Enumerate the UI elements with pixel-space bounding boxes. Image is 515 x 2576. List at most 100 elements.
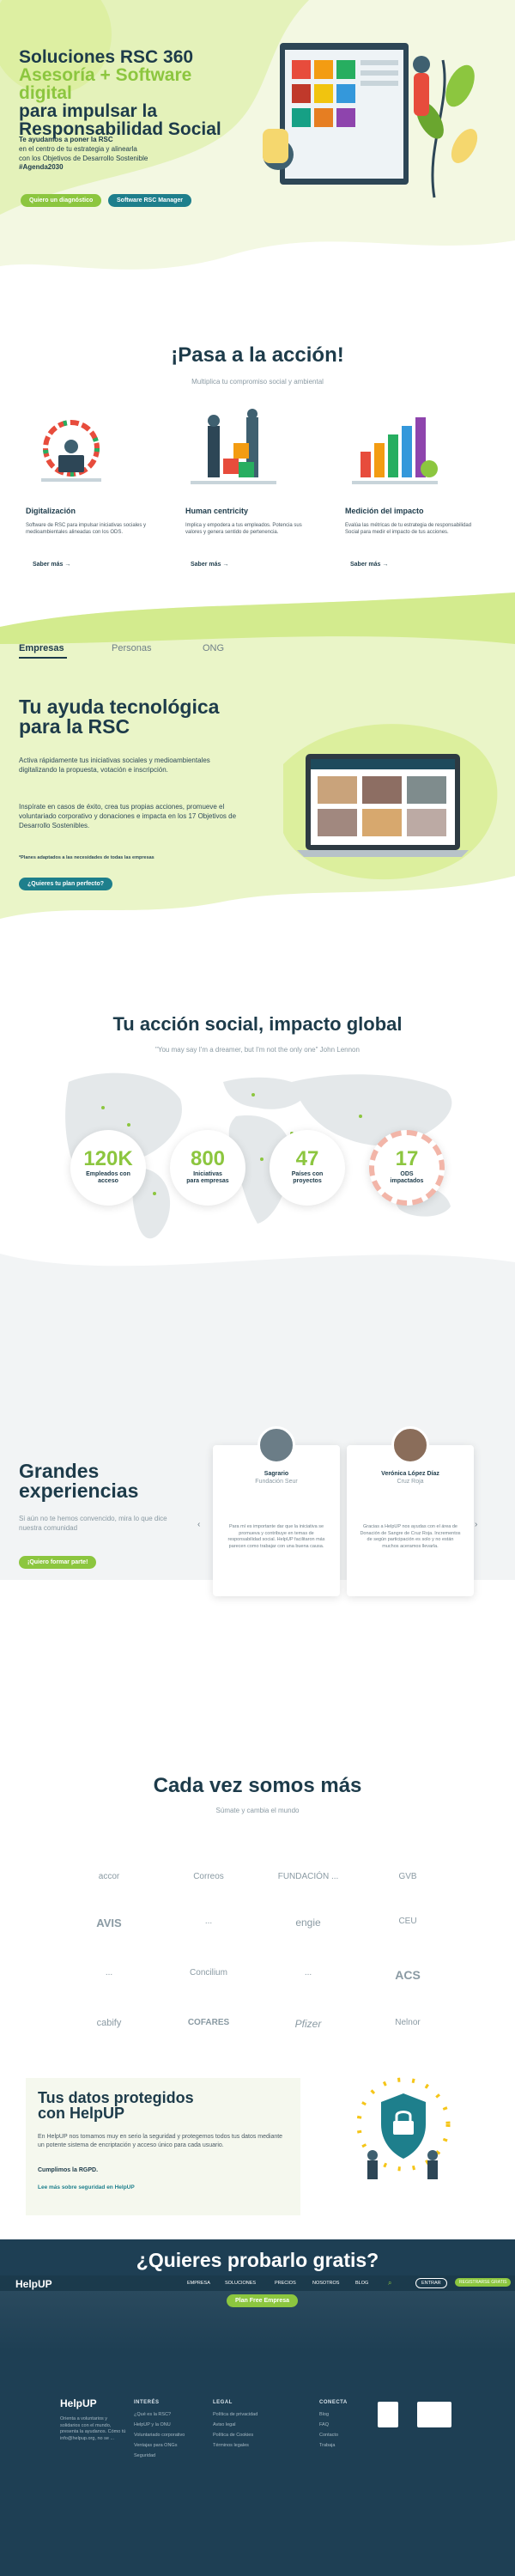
testimonial-name: Sagrario	[264, 1471, 289, 1477]
navbar-logo[interactable]: HelpUP	[15, 2278, 52, 2290]
experiencias-title-line1: Grandes	[19, 1460, 100, 1482]
clientes-subtitle: Súmate y cambia el mundo	[215, 1807, 300, 1814]
testimonial-org: Cruz Roja	[397, 1479, 424, 1485]
stat-label: para empresas	[186, 1178, 229, 1185]
stat-label: acceso	[98, 1178, 118, 1185]
carousel-prev-icon[interactable]: ‹	[197, 1520, 200, 1529]
clientes-title: Cada vez somos más	[153, 1774, 362, 1797]
hero-title-line1: Soluciones RSC 360	[19, 47, 194, 67]
logo-pfizer: Pfizer	[294, 2018, 322, 2030]
medicion-illustration	[352, 417, 438, 484]
search-icon[interactable]: ⌕	[388, 2279, 391, 2287]
diagnostico-button[interactable]: Quiero un diagnóstico	[21, 194, 102, 207]
testimonial-card: Sagrario Fundación Seur Para mí es impor…	[213, 1426, 340, 1596]
nav-item-nosotros[interactable]: NOSOTROS	[312, 2281, 339, 2286]
footer-link[interactable]: Política de Cookies	[213, 2433, 258, 2438]
tab-empresas[interactable]: Empresas	[19, 643, 64, 653]
footer-link[interactable]: Ventajas para ONGs	[134, 2443, 185, 2448]
register-button[interactable]: REGISTRARSE GRATIS	[455, 2278, 512, 2287]
testimonial-text: Gracias a HelpUP nos ayudas con el área …	[360, 1524, 461, 1550]
logo-correos: Correos	[193, 1872, 224, 1881]
tab-personas[interactable]: Personas	[112, 643, 151, 653]
footer-col-title: LEGAL	[213, 2400, 233, 2405]
stat-paises: 47 Países con proyectos	[270, 1130, 345, 1206]
card-text: Software de RSC para impulsar iniciativa…	[26, 523, 147, 536]
proteccion-text: En HelpUP nos tomamos muy en serio la se…	[38, 2134, 283, 2148]
stat-label: Empleados con	[86, 1171, 130, 1177]
logo-generic: ...	[105, 1968, 113, 1978]
nav-item-empresa[interactable]: EMPRESA	[187, 2281, 210, 2286]
saber-mas-link-medicion[interactable]: Saber más →	[350, 562, 388, 568]
rgpd-illustration	[356, 2077, 451, 2179]
footer-link[interactable]: ¿Qué es la RSC?	[134, 2412, 185, 2417]
hero-title: Soluciones RSC 360 Asesoría + Software d…	[19, 48, 242, 138]
stat-value: 47	[295, 1147, 319, 1170]
hero-title-line3: para impulsar la	[19, 101, 158, 121]
experiencias-title: Grandes experiencias	[19, 1461, 191, 1501]
laptop-illustration	[297, 754, 469, 857]
experiencias-title-line2: experiencias	[19, 1479, 139, 1502]
footer-link[interactable]: Trabaja	[319, 2443, 348, 2448]
card-title: Medición del impacto	[345, 507, 424, 515]
footer-link[interactable]: Blog	[319, 2412, 348, 2417]
impacto-title: Tu acción social, impacto global	[112, 1013, 403, 1035]
ayuda-paragraph-1: Activa rápidamente tus iniciativas socia…	[19, 756, 210, 775]
login-button[interactable]: ENTRAR	[415, 2278, 447, 2288]
ayuda-title-line1: Tu ayuda tecnológica	[19, 696, 220, 718]
software-button[interactable]: Software RSC Manager	[108, 194, 192, 207]
logo-concilium: Concilium	[190, 1968, 227, 1978]
hero-illustration	[263, 43, 478, 198]
logo-generic: ...	[204, 1917, 213, 1926]
accion-subtitle: Multiplica tu compromiso social y ambien…	[191, 378, 324, 386]
footer-link[interactable]: Política de privacidad	[213, 2412, 258, 2417]
stat-label: ODS	[400, 1171, 414, 1177]
footer-link[interactable]: Aviso legal	[213, 2422, 258, 2427]
nav-item-blog[interactable]: BLOG	[355, 2281, 368, 2286]
footer-col-interes: INTERÉS ¿Qué es la RSC? HelpUP y la ONU …	[134, 2400, 185, 2464]
nav-item-precios[interactable]: PRECIOS	[275, 2281, 296, 2286]
saber-mas-link-digitalizacion[interactable]: Saber más →	[33, 562, 70, 568]
logo-acs: ACS	[395, 1968, 421, 1982]
hero-desc-line3: con los Objetivos de Desarrollo Sostenib…	[19, 154, 148, 162]
ayuda-paragraph-2: Inspírate en casos de éxito, crea tus pr…	[19, 803, 237, 830]
carousel-next-icon[interactable]: ›	[475, 1520, 477, 1529]
footer-link[interactable]: Voluntariado corporativo	[134, 2433, 185, 2438]
logo-generic: ...	[304, 1968, 312, 1978]
tab-ong[interactable]: ONG	[203, 643, 224, 653]
logo-gvb: GVB	[398, 1872, 417, 1881]
experiencias-desc: Si aún no te hemos convencido, mira lo q…	[19, 1515, 167, 1532]
logo-avis: AVIS	[96, 1917, 122, 1929]
formar-parte-button[interactable]: ¡Quiero formar parte!	[19, 1556, 97, 1569]
hero-desc-tag: #Agenda2030	[19, 163, 64, 172]
stat-label: Países con	[291, 1171, 324, 1177]
footer-link[interactable]: Seguridad	[134, 2453, 185, 2458]
testimonial-name: Verónica López Díaz	[381, 1471, 439, 1477]
footer-link[interactable]: FAQ	[319, 2422, 348, 2427]
plan-perfecto-button[interactable]: ¿Quieres tu plan perfecto?	[19, 878, 113, 890]
avatar	[391, 1426, 429, 1464]
card-medicion: Medición del impacto Evalúa las métricas…	[345, 507, 474, 536]
footer-logo[interactable]: HelpUP	[60, 2397, 97, 2409]
logo-nelnor: Nelnor	[395, 2018, 421, 2027]
human-centricity-illustration	[191, 409, 276, 484]
stat-value: 17	[395, 1147, 419, 1170]
wave-divider	[0, 1254, 515, 1288]
footer-col-title: CONECTA	[319, 2400, 348, 2405]
card-title: Digitalización	[26, 507, 76, 515]
footer-col-title: INTERÉS	[134, 2400, 160, 2405]
testimonial-org: Fundación Seur	[255, 1479, 298, 1485]
tab-active-underline	[19, 657, 67, 659]
card-text: Evalúa las métricas de tu estrategia de …	[345, 523, 472, 536]
footer-link[interactable]: Términos legales	[213, 2443, 258, 2448]
saber-mas-link-human[interactable]: Saber más →	[191, 562, 228, 568]
seguridad-link[interactable]: Lee más sobre seguridad en HelpUP	[38, 2184, 135, 2190]
testimonial-card: Verónica López Díaz Cruz Roja Gracias a …	[347, 1426, 474, 1596]
logo-accor: accor	[98, 1872, 120, 1881]
nav-item-soluciones[interactable]: SOLUCIONES	[225, 2281, 256, 2286]
footer-link[interactable]: Contacto	[319, 2433, 348, 2438]
ayuda-title-line2: para la RSC	[19, 715, 130, 738]
logo-cabify: cabify	[96, 2018, 122, 2028]
plan-free-button[interactable]: Plan Free Empresa	[227, 2294, 299, 2307]
logo-ceu: CEU	[398, 1917, 417, 1926]
footer-link[interactable]: HelpUP y la ONU	[134, 2422, 185, 2427]
